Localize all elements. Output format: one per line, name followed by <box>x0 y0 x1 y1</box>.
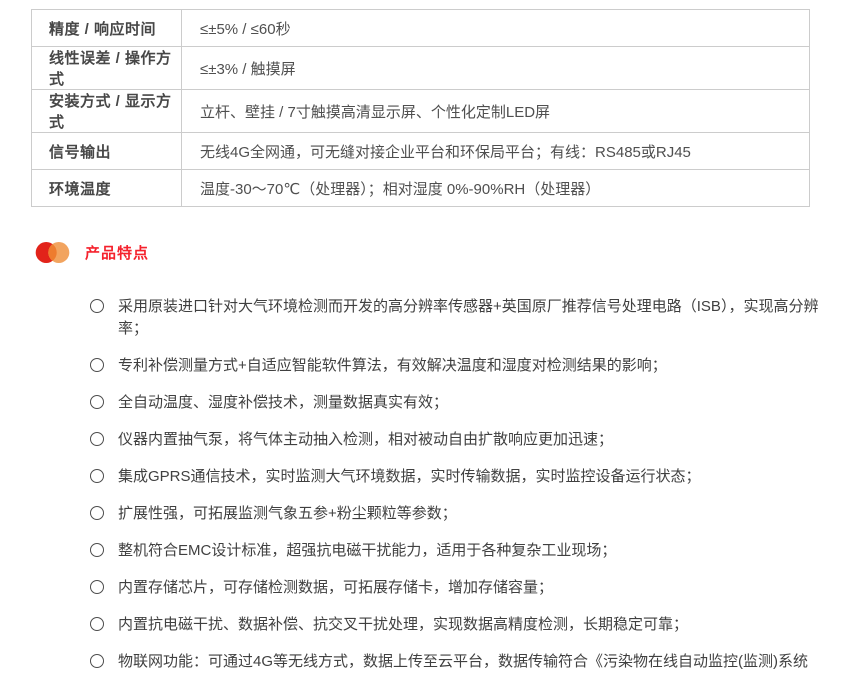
spec-value: 无线4G全网通，可无缝对接企业平台和环保局平台；有线：RS485或RJ45 <box>182 133 810 170</box>
list-item: 内置存储芯片，可存储检测数据，可拓展存储卡，增加存储容量； <box>90 577 820 599</box>
overlapping-circles-icon <box>35 242 70 263</box>
feature-text: 整机符合EMC设计标准，超强抗电磁干扰能力，适用于各种复杂工业现场； <box>118 540 616 562</box>
spec-value: 立杆、壁挂 / 7寸触摸高清显示屏、个性化定制LED屏 <box>182 90 810 133</box>
feature-text: 集成GPRS通信技术，实时监测大气环境数据，实时传输数据，实时监控设备运行状态； <box>118 466 701 488</box>
spec-label: 环境温度 <box>32 170 182 207</box>
list-item: 全自动温度、湿度补偿技术，测量数据真实有效； <box>90 392 820 414</box>
spec-label: 安装方式 / 显示方式 <box>32 90 182 133</box>
table-row: 线性误差 / 操作方式 ≤±3% / 触摸屏 <box>32 47 810 90</box>
section-header: 产品特点 <box>35 242 149 263</box>
list-item: 专利补偿测量方式+自适应智能软件算法，有效解决温度和湿度对检测结果的影响； <box>90 355 820 377</box>
circle-bullet-icon <box>90 395 104 409</box>
circle-bullet-icon <box>90 617 104 631</box>
circle-bullet-icon <box>90 543 104 557</box>
feature-text: 扩展性强，可拓展监测气象五参+粉尘颗粒等参数； <box>118 503 457 525</box>
feature-text: 物联网功能：可通过4G等无线方式，数据上传至云平台，数据传输符合《污染物在线自动… <box>118 651 820 675</box>
circle-bullet-icon <box>90 654 104 668</box>
circle-bullet-icon <box>90 469 104 483</box>
spec-value: ≤±3% / 触摸屏 <box>182 47 810 90</box>
section-title: 产品特点 <box>85 242 149 263</box>
list-item: 物联网功能：可通过4G等无线方式，数据上传至云平台，数据传输符合《污染物在线自动… <box>90 651 820 675</box>
table-row: 环境温度 温度-30～70℃（处理器）；相对湿度 0%-90%RH（处理器） <box>32 170 810 207</box>
circle-bullet-icon <box>90 358 104 372</box>
list-item: 整机符合EMC设计标准，超强抗电磁干扰能力，适用于各种复杂工业现场； <box>90 540 820 562</box>
spec-label: 线性误差 / 操作方式 <box>32 47 182 90</box>
table-row: 安装方式 / 显示方式 立杆、壁挂 / 7寸触摸高清显示屏、个性化定制LED屏 <box>32 90 810 133</box>
feature-text: 内置抗电磁干扰、数据补偿、抗交叉干扰处理，实现数据高精度检测，长期稳定可靠； <box>118 614 688 636</box>
spec-label: 信号输出 <box>32 133 182 170</box>
circle-bullet-icon <box>90 432 104 446</box>
product-spec-page: 精度 / 响应时间 ≤±5% / ≤60秒 线性误差 / 操作方式 ≤±3% /… <box>0 0 849 675</box>
list-item: 仪器内置抽气泵，将气体主动抽入检测，相对被动自由扩散响应更加迅速； <box>90 429 820 451</box>
spec-value: 温度-30～70℃（处理器）；相对湿度 0%-90%RH（处理器） <box>182 170 810 207</box>
list-item: 采用原装进口针对大气环境检测而开发的高分辨率传感器+英国原厂推荐信号处理电路（I… <box>90 296 820 340</box>
list-item: 扩展性强，可拓展监测气象五参+粉尘颗粒等参数； <box>90 503 820 525</box>
circle-bullet-icon <box>90 506 104 520</box>
table-row: 精度 / 响应时间 ≤±5% / ≤60秒 <box>32 10 810 47</box>
feature-text: 采用原装进口针对大气环境检测而开发的高分辨率传感器+英国原厂推荐信号处理电路（I… <box>118 296 820 340</box>
table-row: 信号输出 无线4G全网通，可无缝对接企业平台和环保局平台；有线：RS485或RJ… <box>32 133 810 170</box>
list-item: 集成GPRS通信技术，实时监测大气环境数据，实时传输数据，实时监控设备运行状态； <box>90 466 820 488</box>
feature-text: 仪器内置抽气泵，将气体主动抽入检测，相对被动自由扩散响应更加迅速； <box>118 429 613 451</box>
circle-bullet-icon <box>90 580 104 594</box>
feature-text: 全自动温度、湿度补偿技术，测量数据真实有效； <box>118 392 448 414</box>
feature-text: 内置存储芯片，可存储检测数据，可拓展存储卡，增加存储容量； <box>118 577 553 599</box>
spec-table: 精度 / 响应时间 ≤±5% / ≤60秒 线性误差 / 操作方式 ≤±3% /… <box>31 9 810 207</box>
list-item: 内置抗电磁干扰、数据补偿、抗交叉干扰处理，实现数据高精度检测，长期稳定可靠； <box>90 614 820 636</box>
spec-label: 精度 / 响应时间 <box>32 10 182 47</box>
feature-list: 采用原装进口针对大气环境检测而开发的高分辨率传感器+英国原厂推荐信号处理电路（I… <box>90 296 820 675</box>
circle-bullet-icon <box>90 299 104 313</box>
spec-value: ≤±5% / ≤60秒 <box>182 10 810 47</box>
feature-text: 专利补偿测量方式+自适应智能软件算法，有效解决温度和湿度对检测结果的影响； <box>118 355 667 377</box>
